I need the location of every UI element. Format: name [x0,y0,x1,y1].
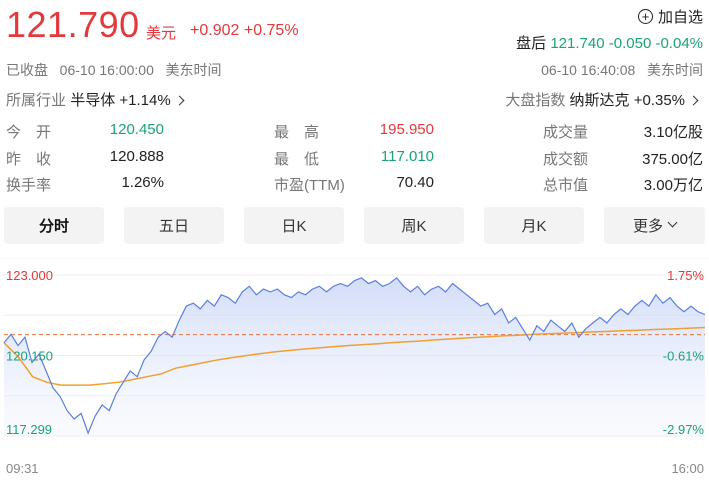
change-pct: +0.75% [243,22,299,39]
chevron-right-icon [688,95,699,106]
industry-link[interactable]: 所属行业 半导体 +1.14% [6,89,185,110]
stat-value-high: 195.950 [379,121,434,138]
stat-key-turnover-amount: 成交额 [543,151,589,168]
last-price: 121.790 [6,4,140,45]
y-tick-label-left: 123.000 [6,268,53,283]
stat-value-volume: 3.10亿股 [643,124,703,141]
stat-key-volume: 成交量 [543,124,589,141]
stat-key-prev-close: 昨 收 [6,151,52,168]
timezone-right: 美东时间 [647,62,703,78]
industry-pct: +1.14% [119,92,171,109]
x-tick-label-start: 09:31 [6,461,39,476]
after-hours-change-abs: -0.050 [608,35,652,52]
stat-value-open: 120.450 [109,121,164,138]
tab-weekly-k[interactable]: 周K [364,207,464,244]
industry-name: 半导体 [70,92,116,109]
stat-value-prev-close: 120.888 [109,148,164,165]
after-time: 06-10 16:40:08 [541,62,636,78]
stat-value-market-cap: 3.00万亿 [643,177,703,194]
stat-value-turnover-amount: 375.00亿 [642,151,703,168]
after-hours-label: 盘后 [516,35,547,52]
change-abs: +0.902 [190,22,240,39]
stat-key-pe-ttm: 市盈(TTM) [274,177,345,194]
stat-key-high: 最 高 [274,124,320,141]
after-hours-change-pct: -0.04% [655,35,703,52]
price-change: +0.902 +0.75% [190,22,299,40]
stat-key-low: 最 低 [274,151,320,168]
price-area [4,277,705,436]
tab-monthly-k[interactable]: 月K [484,207,584,244]
tab-five-day[interactable]: 五日 [124,207,224,244]
add-watchlist-button[interactable]: + 加自选 [637,6,703,27]
tab-intraday[interactable]: 分时 [4,207,104,244]
index-name: 纳斯达克 [569,92,630,109]
chevron-right-icon [174,95,185,106]
industry-label: 所属行业 [6,92,67,109]
currency-label: 美元 [146,25,177,42]
timezone-left: 美东时间 [165,62,222,78]
stat-key-open: 今 开 [6,124,52,141]
close-time: 06-10 16:00:00 [59,62,154,78]
intraday-chart: 123.000 120.150 117.299 1.75% -0.61% -2.97% 09… [0,258,709,476]
stat-key-turnover-rate: 换手率 [6,177,52,194]
y-tick-label-right: -0.61% [663,349,705,364]
y-tick-label-right: -2.97% [663,422,705,437]
stat-value-turnover-rate: 1.26% [121,174,164,191]
add-watchlist-label: 加自选 [657,9,703,26]
index-label: 大盘指数 [505,92,566,109]
y-tick-label-right: 1.75% [667,268,704,283]
tab-more[interactable]: 更多 [604,207,705,244]
after-hours-price: 121.740 [550,35,605,52]
add-circle-icon: + [637,9,653,24]
x-tick-label-end: 16:00 [671,461,704,476]
stat-value-pe-ttm: 70.40 [396,174,434,191]
after-hours-time: 06-10 16:40:08 美东时间 [541,60,703,80]
stat-key-market-cap: 总市值 [543,177,589,194]
index-link[interactable]: 大盘指数 纳斯达克 +0.35% [505,89,699,110]
status-text: 已收盘 [6,62,48,78]
chart-period-tabs: 分时 五日 日K 周K 月K 更多 [4,207,705,244]
y-tick-label-left: 117.299 [6,422,52,437]
tab-daily-k[interactable]: 日K [244,207,344,244]
stat-value-low: 117.010 [380,148,434,165]
chevron-down-icon [667,217,678,228]
after-hours-quote: 盘后 121.740 -0.050 -0.04% [516,32,703,53]
market-status: 已收盘 06-10 16:00:00 美东时间 [6,60,222,80]
y-tick-label-left: 120.150 [6,349,53,364]
index-pct: +0.35% [633,92,685,109]
